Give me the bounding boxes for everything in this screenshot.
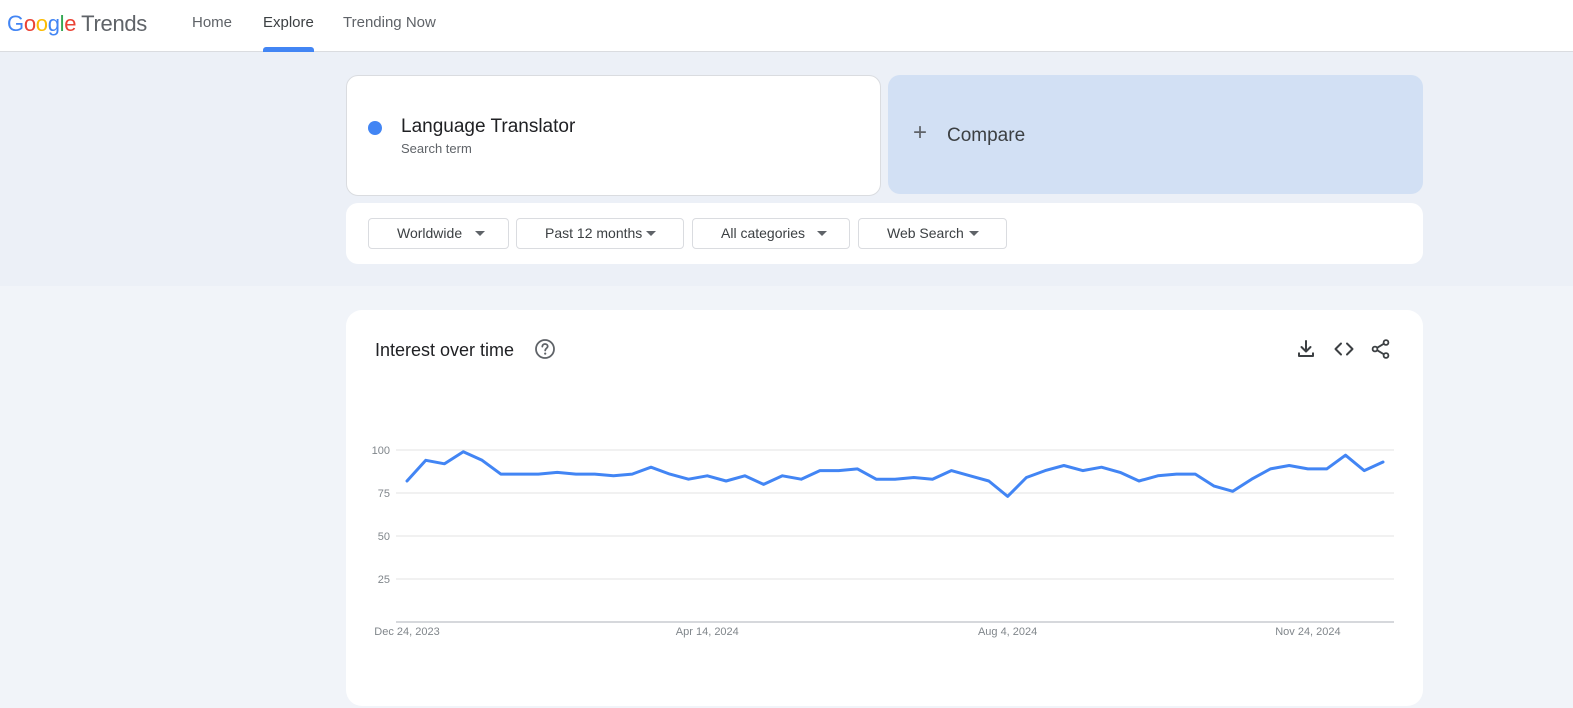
search-term-name[interactable]: Language Translator: [401, 116, 575, 138]
time-range-filter[interactable]: Past 12 months: [516, 218, 684, 249]
logo-letter: G: [7, 11, 24, 36]
y-tick-label: 100: [372, 445, 390, 457]
logo-letter: o: [23, 11, 36, 36]
plus-icon: +: [913, 119, 928, 146]
category-filter-label: All categories: [721, 225, 806, 241]
google-trends-logo[interactable]: Google Trends: [7, 9, 147, 39]
search-type-filter-label: Web Search: [887, 225, 964, 241]
x-tick-label: Nov 24, 2024: [1275, 626, 1340, 638]
caret-down-icon: [969, 231, 979, 236]
caret-down-icon: [817, 231, 827, 236]
logo-letter: o: [35, 11, 48, 36]
top-bar: Google Trends Home Explore Trending Now: [0, 0, 1573, 52]
logo-letter: e: [64, 11, 77, 36]
time-range-filter-label: Past 12 months: [545, 225, 643, 241]
caret-down-icon: [646, 231, 656, 236]
search-term-type: Search term: [401, 141, 472, 156]
compare-button[interactable]: + Compare: [888, 75, 1423, 194]
interest-over-time-card: Interest over time 25 50 75 100 Dec 24, 202…: [346, 310, 1423, 706]
search-type-filter[interactable]: Web Search: [858, 218, 1007, 249]
caret-down-icon: [475, 231, 485, 236]
interest-line-chart: 25 50 75 100 Dec 24, 2023 Apr 14, 2024 Aug 4,…: [372, 445, 1394, 638]
y-tick-label: 25: [378, 574, 390, 586]
term-color-dot: [368, 121, 382, 135]
region-filter[interactable]: Worldwide: [368, 218, 509, 249]
category-filter[interactable]: All categories: [692, 218, 850, 249]
logo-letter: g: [47, 11, 60, 36]
logo-trends-word: Trends: [81, 11, 148, 36]
search-term-card[interactable]: Language Translator Search term: [346, 75, 881, 196]
x-tick-label: Dec 24, 2023: [374, 626, 439, 638]
x-tick-label: Apr 14, 2024: [676, 626, 739, 638]
series-line-language-translator: [405, 450, 1385, 498]
nav-trending-now[interactable]: Trending Now: [343, 0, 436, 52]
x-tick-label: Aug 4, 2024: [978, 626, 1037, 638]
nav-home[interactable]: Home: [192, 0, 232, 52]
region-filter-label: Worldwide: [397, 225, 463, 241]
y-tick-label: 75: [378, 488, 390, 500]
nav-explore[interactable]: Explore: [263, 0, 314, 52]
filters-bar: Worldwide Past 12 months All categories …: [346, 203, 1423, 264]
compare-label: Compare: [947, 125, 1026, 146]
y-tick-label: 50: [378, 531, 390, 543]
